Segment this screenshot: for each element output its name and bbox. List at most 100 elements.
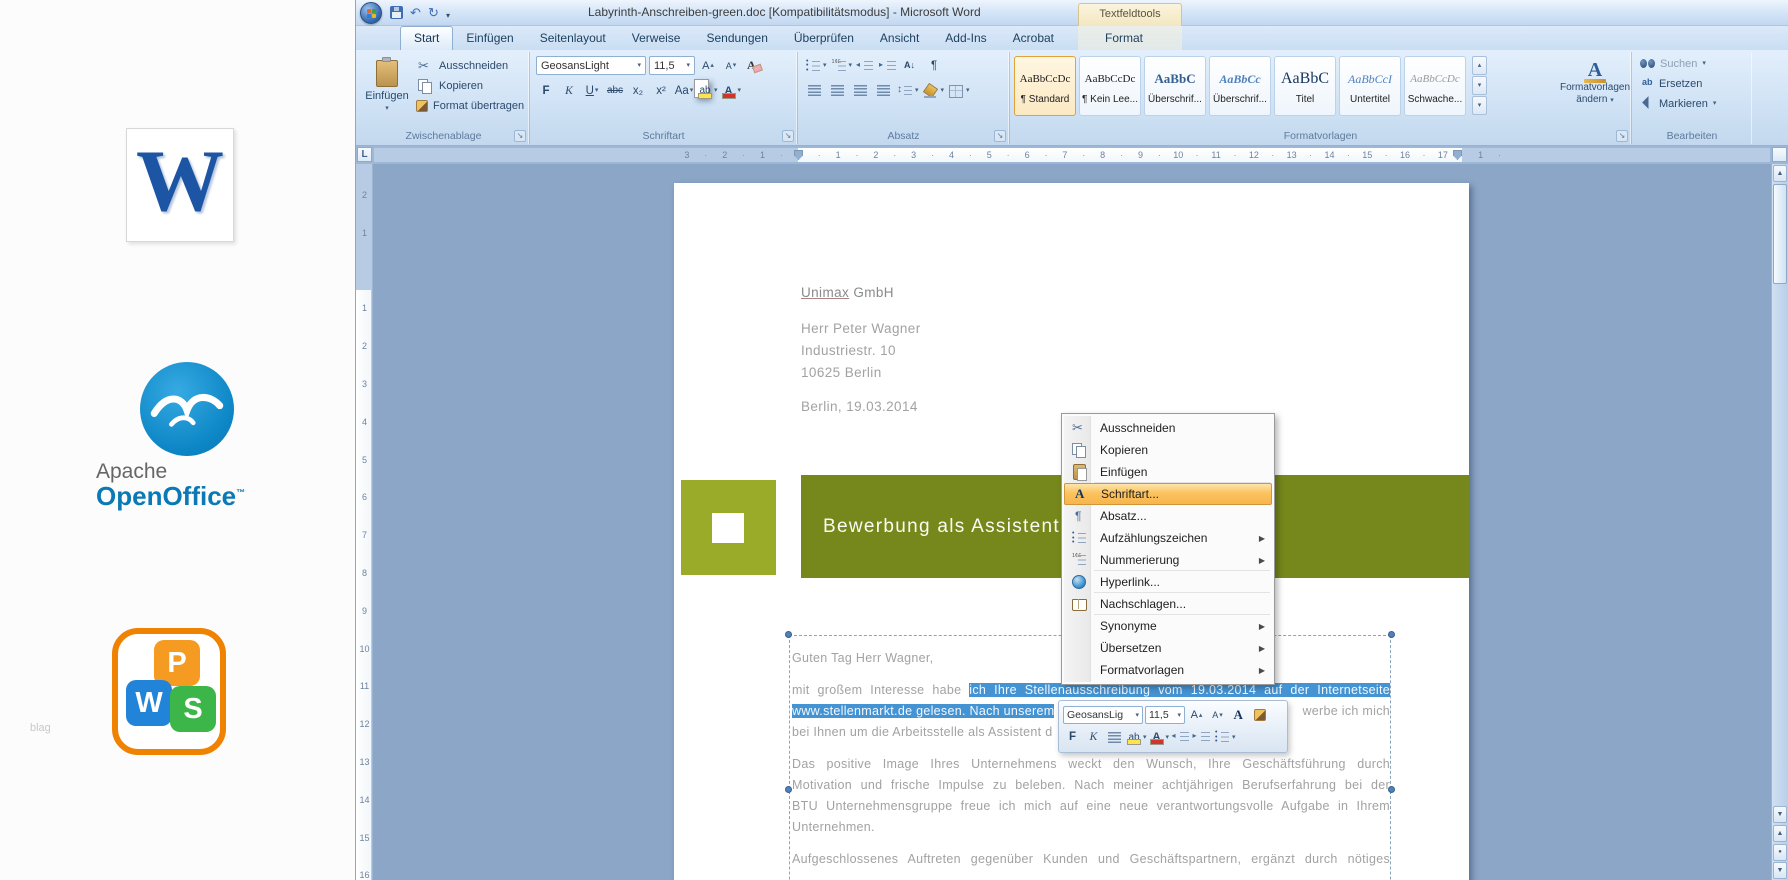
context-menu-item[interactable]: Kopieren ▶ bbox=[1064, 439, 1272, 461]
style-card[interactable]: AaBbCcDc Schwache... bbox=[1404, 56, 1466, 116]
context-menu-item[interactable]: Einfügen ▶ bbox=[1064, 461, 1272, 483]
save-icon[interactable] bbox=[390, 6, 403, 19]
context-menu-item[interactable]: Nummerierung ▶ bbox=[1064, 549, 1272, 571]
previous-page-button[interactable]: ▲ bbox=[1773, 825, 1787, 842]
ribbon-tab[interactable]: Sendungen bbox=[693, 26, 780, 50]
gallery-down-button[interactable]: ▾ bbox=[1472, 76, 1487, 95]
superscript-button[interactable]: x² bbox=[651, 81, 671, 100]
context-menu-item[interactable]: Formatvorlagen ▶ bbox=[1064, 659, 1272, 681]
mini-bold-button[interactable]: F bbox=[1063, 728, 1082, 746]
ruler-toggle-button[interactable] bbox=[1772, 147, 1787, 162]
ribbon-tab[interactable]: Seitenlayout bbox=[527, 26, 619, 50]
paste-button[interactable]: Einfügen ▾ bbox=[362, 56, 412, 126]
select-button[interactable]: Markieren▾ bbox=[1632, 95, 1752, 112]
desktop-icon-word[interactable]: W bbox=[112, 124, 252, 248]
styles-dialog-launcher[interactable]: ↘ bbox=[1616, 130, 1628, 142]
ribbon-tab[interactable]: Add-Ins bbox=[932, 26, 999, 50]
ribbon-tab[interactable]: Einfügen bbox=[453, 26, 526, 50]
shrink-font-button[interactable]: A▾ bbox=[721, 56, 741, 75]
context-menu-item[interactable]: Schriftart... ▶ bbox=[1064, 483, 1272, 505]
underline-button[interactable]: U▾ bbox=[582, 81, 602, 100]
textbox-handle[interactable] bbox=[785, 786, 792, 793]
numbering-button[interactable]: ▾ bbox=[830, 56, 853, 75]
mini-highlight-button[interactable]: ab▾ bbox=[1126, 728, 1147, 746]
next-page-button[interactable]: ▼ bbox=[1773, 862, 1787, 879]
desktop-icon-openoffice[interactable]: Apache OpenOffice™ bbox=[88, 362, 284, 514]
redo-icon[interactable]: ↻ bbox=[428, 5, 439, 21]
line-spacing-button[interactable]: ▾ bbox=[896, 81, 919, 100]
font-color-button[interactable]: A▾ bbox=[721, 81, 742, 100]
strikethrough-button[interactable]: abc bbox=[605, 81, 625, 100]
font-dialog-launcher[interactable]: ↘ bbox=[782, 130, 794, 142]
decrease-indent-button[interactable] bbox=[855, 56, 875, 75]
align-left-button[interactable] bbox=[804, 81, 824, 100]
vertical-scrollbar[interactable]: ▲ ▼ ▲ ● ▼ bbox=[1771, 164, 1788, 880]
ribbon-tab[interactable]: Verweise bbox=[619, 26, 694, 50]
scroll-up-button[interactable]: ▲ bbox=[1773, 165, 1787, 182]
context-menu-item[interactable]: Aufzählungszeichen ▶ bbox=[1064, 527, 1272, 549]
italic-button[interactable]: K bbox=[559, 81, 579, 100]
grow-font-button[interactable]: A▴ bbox=[698, 56, 718, 75]
shading-button[interactable]: ▾ bbox=[922, 81, 945, 100]
change-styles-button[interactable]: A Formatvorlagen ändern ▾ bbox=[1563, 56, 1627, 128]
style-card[interactable]: AaBbC Überschrif... bbox=[1144, 56, 1206, 116]
bullets-button[interactable]: ▾ bbox=[804, 56, 827, 75]
ribbon-tab[interactable]: Überprüfen bbox=[781, 26, 867, 50]
mini-format-painter-button[interactable] bbox=[1250, 706, 1269, 724]
text-highlight-button[interactable]: ab▾ bbox=[697, 81, 718, 100]
font-family-select[interactable]: GeosansLight▾ bbox=[536, 56, 646, 75]
textbox-handle[interactable] bbox=[785, 631, 792, 638]
mini-italic-button[interactable]: K bbox=[1084, 728, 1103, 746]
tab-selector[interactable]: L bbox=[357, 147, 372, 162]
desktop-icon-wps[interactable]: P W S bbox=[112, 628, 226, 755]
gallery-more-button[interactable]: ▾ bbox=[1472, 96, 1487, 115]
office-button[interactable] bbox=[360, 2, 382, 24]
mini-increase-indent-button[interactable] bbox=[1192, 728, 1211, 746]
context-menu-item[interactable]: Synonyme ▶ bbox=[1064, 615, 1272, 637]
paragraph-dialog-launcher[interactable]: ↘ bbox=[994, 130, 1006, 142]
context-menu-item[interactable]: Übersetzen ▶ bbox=[1064, 637, 1272, 659]
bold-button[interactable]: F bbox=[536, 81, 556, 100]
context-menu-item[interactable]: Absatz... ▶ bbox=[1064, 505, 1272, 527]
scroll-down-button[interactable]: ▼ bbox=[1773, 806, 1787, 823]
context-menu-item[interactable]: Nachschlagen... ▶ bbox=[1064, 593, 1272, 615]
ribbon-tab[interactable]: Ansicht bbox=[867, 26, 932, 50]
align-right-button[interactable] bbox=[850, 81, 870, 100]
borders-button[interactable]: ▾ bbox=[947, 81, 970, 100]
mini-grow-font-button[interactable]: A▴ bbox=[1187, 706, 1206, 724]
cut-button[interactable]: Ausschneiden bbox=[416, 56, 524, 76]
subscript-button[interactable]: x₂ bbox=[628, 81, 648, 100]
mini-styles-button[interactable] bbox=[1229, 706, 1248, 724]
sort-button[interactable] bbox=[901, 56, 921, 75]
textbox-handle[interactable] bbox=[1388, 631, 1395, 638]
mini-shrink-font-button[interactable]: A▾ bbox=[1208, 706, 1227, 724]
style-card[interactable]: AaBbCc Überschrif... bbox=[1209, 56, 1271, 116]
style-card[interactable]: AaBbC Titel bbox=[1274, 56, 1336, 116]
mini-center-button[interactable] bbox=[1105, 728, 1124, 746]
increase-indent-button[interactable] bbox=[878, 56, 898, 75]
format-painter-button[interactable]: Format übertragen bbox=[416, 96, 524, 116]
font-size-select[interactable]: 11,5▾ bbox=[649, 56, 695, 75]
style-card[interactable]: AaBbCcDc ¶ Kein Lee... bbox=[1079, 56, 1141, 116]
copy-button[interactable]: Kopieren bbox=[416, 76, 524, 96]
context-menu-item[interactable]: Ausschneiden ▶ bbox=[1064, 417, 1272, 439]
gallery-up-button[interactable]: ▴ bbox=[1472, 56, 1487, 75]
mini-font-family-select[interactable]: GeosansLig▾ bbox=[1063, 706, 1143, 724]
context-menu-item[interactable]: Hyperlink... ▶ bbox=[1064, 571, 1272, 593]
quick-access-dropdown-icon[interactable]: ▾ bbox=[446, 8, 450, 24]
clear-formatting-button[interactable] bbox=[744, 56, 764, 75]
tab-format[interactable]: Format bbox=[1092, 26, 1156, 50]
style-card[interactable]: AaBbCcI Untertitel bbox=[1339, 56, 1401, 116]
mini-font-color-button[interactable]: A▾ bbox=[1149, 728, 1170, 746]
ribbon-tab[interactable]: Acrobat bbox=[1000, 26, 1067, 50]
style-card[interactable]: AaBbCcDc ¶ Standard bbox=[1014, 56, 1076, 116]
mini-decrease-indent-button[interactable] bbox=[1171, 728, 1190, 746]
justify-button[interactable] bbox=[873, 81, 893, 100]
undo-icon[interactable]: ↶ bbox=[410, 5, 421, 21]
show-paragraph-marks-button[interactable]: ¶ bbox=[924, 56, 944, 75]
clipboard-dialog-launcher[interactable]: ↘ bbox=[514, 130, 526, 142]
change-case-button[interactable]: Aa▾ bbox=[674, 81, 694, 100]
mini-font-size-select[interactable]: 11,5▾ bbox=[1145, 706, 1185, 724]
find-button[interactable]: Suchen▾ bbox=[1632, 55, 1752, 72]
align-center-button[interactable] bbox=[827, 81, 847, 100]
